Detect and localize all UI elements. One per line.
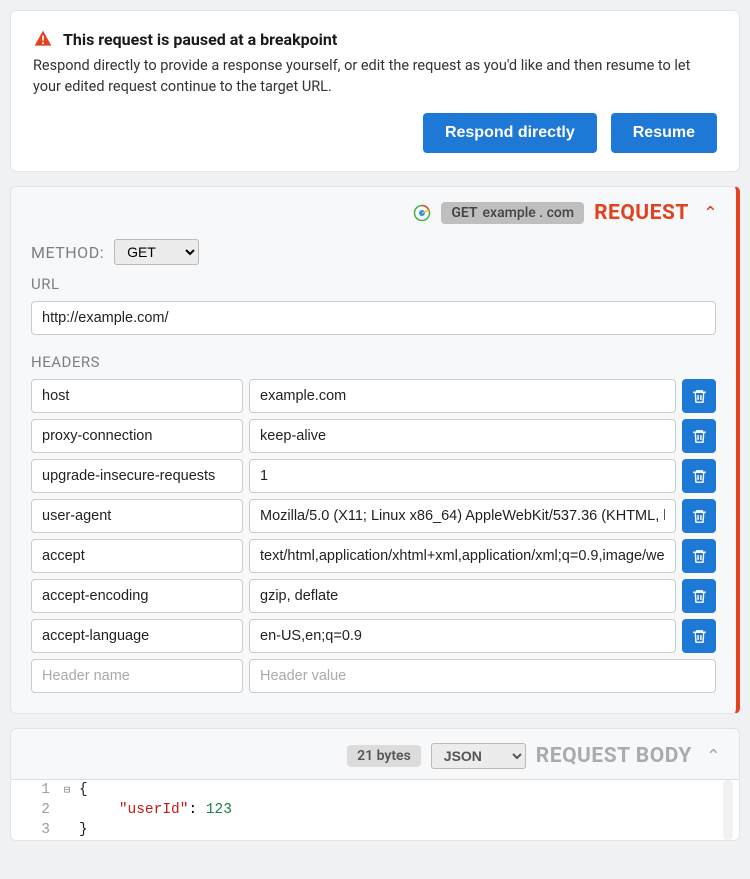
line-number: 3 [11,822,59,838]
request-panel: GET example . com REQUEST ⌃ METHOD: GET … [10,186,740,714]
header-value-input[interactable] [249,579,676,613]
header-row [31,459,716,493]
delete-header-button[interactable] [682,459,716,493]
request-section-title: REQUEST [594,201,689,225]
header-row [31,539,716,573]
header-value-input[interactable] [249,459,676,493]
resume-button[interactable]: Resume [611,113,717,153]
header-value-input[interactable] [249,539,676,573]
pill-method: GET [451,205,477,221]
body-section-title: REQUEST BODY [536,744,692,768]
header-row [31,619,716,653]
method-select[interactable]: GET [114,239,199,265]
url-label: URL [31,275,716,293]
header-name-input[interactable] [31,579,243,613]
new-header-name-input[interactable] [31,659,243,693]
body-type-select[interactable]: JSON [431,743,526,769]
header-row [31,579,716,613]
code-content[interactable]: { [75,782,739,798]
header-name-input[interactable] [31,619,243,653]
body-size-badge: 21 bytes [347,745,421,767]
headers-label: HEADERS [31,353,716,371]
respond-directly-button[interactable]: Respond directly [423,113,597,153]
header-value-input[interactable] [249,379,676,413]
url-input[interactable] [31,301,716,335]
header-row [31,419,716,453]
breakpoint-alert: This request is paused at a breakpoint R… [10,10,740,172]
collapse-body-icon[interactable]: ⌃ [706,746,721,767]
header-name-input[interactable] [31,459,243,493]
chrome-icon [413,204,431,222]
delete-header-button[interactable] [682,419,716,453]
collapse-request-icon[interactable]: ⌃ [703,203,718,224]
code-content[interactable]: "userId": 123 [75,802,739,818]
method-label: METHOD: [31,243,104,262]
code-line: 1⊟{ [11,780,739,800]
alert-title: This request is paused at a breakpoint [63,30,337,49]
header-value-input[interactable] [249,619,676,653]
delete-header-button[interactable] [682,539,716,573]
header-row-new [31,659,716,693]
line-number: 1 [11,782,59,798]
code-content[interactable]: } [75,822,739,838]
header-value-input[interactable] [249,499,676,533]
request-body-panel: 21 bytes JSON REQUEST BODY ⌃ 1⊟{2 "userI… [10,728,740,841]
fold-toggle[interactable]: ⊟ [59,783,75,797]
header-name-input[interactable] [31,379,243,413]
code-line: 3} [11,820,739,840]
delete-header-button[interactable] [682,379,716,413]
header-name-input[interactable] [31,499,243,533]
header-row [31,499,716,533]
line-number: 2 [11,802,59,818]
warning-icon [33,29,53,49]
pill-host: example . com [483,205,575,221]
delete-header-button[interactable] [682,499,716,533]
new-header-value-input[interactable] [249,659,716,693]
request-summary-pill: GET example . com [441,202,584,224]
body-editor[interactable]: 1⊟{2 "userId": 1233} [11,779,739,840]
header-name-input[interactable] [31,419,243,453]
header-row [31,379,716,413]
header-name-input[interactable] [31,539,243,573]
header-value-input[interactable] [249,419,676,453]
code-line: 2 "userId": 123 [11,800,739,820]
alert-description: Respond directly to provide a response y… [33,55,717,97]
delete-header-button[interactable] [682,579,716,613]
delete-header-button[interactable] [682,619,716,653]
